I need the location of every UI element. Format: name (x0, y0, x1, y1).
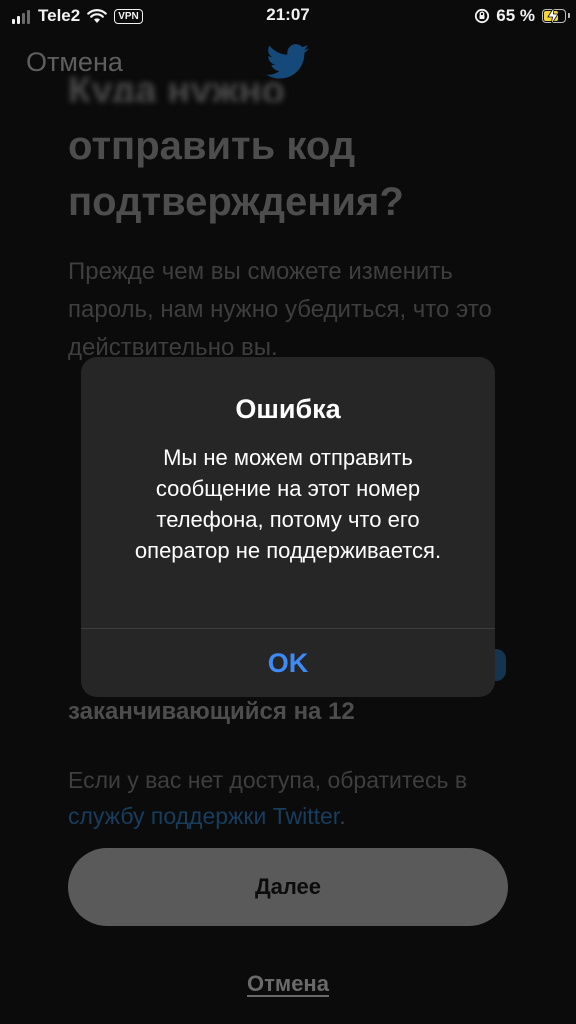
battery-percent: 65 % (496, 6, 535, 25)
bottom-cancel-link[interactable]: Отмена (247, 971, 329, 996)
status-bar: Tele2 VPN 21:07 65 % (0, 0, 576, 34)
alert-title: Ошибка (235, 394, 341, 424)
help-text-suffix: . (339, 803, 346, 829)
screen: Tele2 VPN 21:07 65 % Отмена Куда нужно о… (0, 0, 576, 1024)
page-title: отправить код подтверждения? (68, 124, 404, 224)
alert-ok-button[interactable]: OK (81, 629, 495, 697)
page-description: Прежде чем вы сможете изменить пароль, н… (68, 258, 492, 361)
error-alert-dialog: Ошибка Мы не можем отправить сообщение н… (81, 357, 495, 697)
phone-option-label[interactable]: заканчивающийся на 12 (68, 698, 508, 726)
bottom-cancel: Отмена (0, 971, 576, 997)
battery-icon (542, 7, 570, 25)
help-text-prefix: Если у вас нет доступа, обратитесь в (68, 767, 468, 793)
orientation-lock-icon (475, 8, 490, 24)
charging-bolt-icon (547, 7, 559, 25)
status-right: 65 % (474, 5, 570, 27)
alert-message: Мы не можем отправить сообщение на этот … (134, 445, 442, 563)
next-button[interactable]: Далее (68, 848, 508, 926)
title-top-line: Куда нужно (68, 72, 285, 102)
support-link[interactable]: службу поддержки Twitter (68, 803, 339, 829)
help-text: Если у вас нет доступа, обратитесь в слу… (68, 762, 528, 834)
